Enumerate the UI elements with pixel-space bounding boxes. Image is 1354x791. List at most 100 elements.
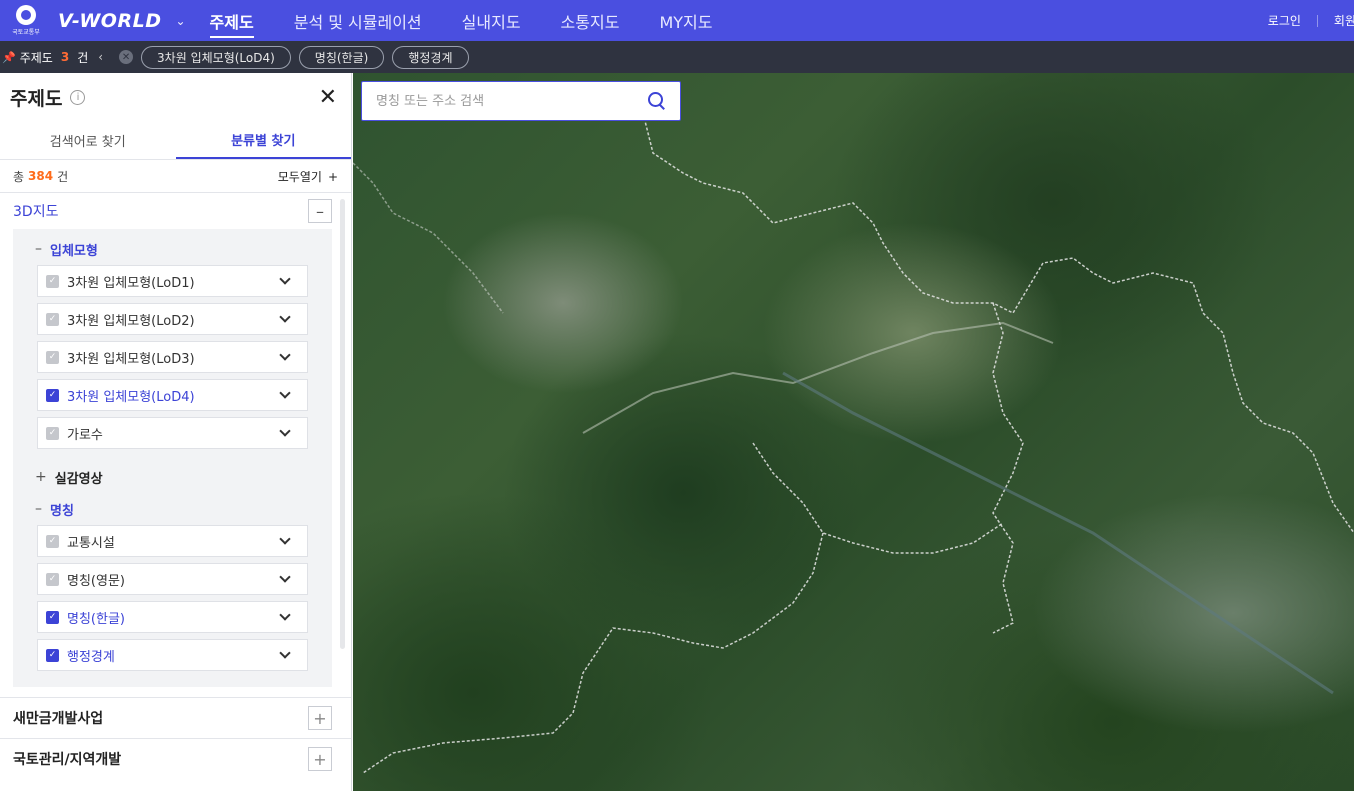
top-navigation-bar: 국토교통부 V-WORLD ⌄ 주제도 분석 및 시뮬레이션 실내지도 소통지도… [0,0,1354,41]
layer-names-english[interactable]: ✓ 명칭(영문) [37,563,308,595]
login-link[interactable]: 로그인 [1268,12,1301,29]
checkbox[interactable]: ✓ [46,274,59,288]
chevron-down-icon[interactable] [279,387,291,399]
layer-names-korean[interactable]: ✓ 명칭(한글) [37,601,308,633]
expand-all-label: 모두열기 [277,169,322,184]
chevron-down-icon[interactable]: ⌄ [175,14,185,28]
nav-my-map[interactable]: MY지도 [659,0,712,41]
category-3d-title: 3D지도 [13,204,59,220]
checkbox[interactable]: ✓ [46,572,59,586]
clear-all-icon[interactable]: ✕ [119,50,134,64]
selected-count: 3 [60,50,70,64]
chevron-down-icon[interactable] [279,349,291,361]
admin-boundary-lines [353,112,1354,774]
group-model-header[interactable]: – 입체모형 [13,233,332,265]
layer-label: 3차원 입체모형(LoD1) [67,275,195,291]
nav-analysis-simulation[interactable]: 분석 및 시뮬레이션 [294,0,422,41]
layer-transport[interactable]: ✓ 교통시설 [37,525,308,557]
layer-lod2[interactable]: ✓ 3차원 입체모형(LoD2) [37,303,308,335]
ministry-emblem-icon [16,5,36,25]
category-land-management[interactable]: 국토관리/지역개발 + [0,738,351,779]
boundary-line [752,442,1004,554]
river-line [782,371,1334,695]
nav-thematic-map[interactable]: 주제도 [209,0,254,41]
expand-icon[interactable]: + [308,747,332,771]
layer-lod3[interactable]: ✓ 3차원 입체모형(LoD3) [37,341,308,373]
member-link[interactable]: 회원 [1334,12,1354,29]
divider [1316,14,1318,27]
summary-prefix: 총 [13,169,25,184]
tab-category[interactable]: 분류별 찾기 [175,121,351,159]
checkbox-checked[interactable]: ✓ [46,610,59,624]
panel-header: 주제도 i ✕ [0,73,351,121]
expand-icon[interactable]: + [308,706,332,730]
group-names-title: 명칭 [50,503,74,519]
minus-icon: – [35,241,42,257]
category-saemangeum[interactable]: 새만금개발사업 + [0,697,351,738]
summary-suffix: 건 [57,169,69,184]
nav-community-map[interactable]: 소통지도 [561,0,620,41]
nav-indoor-map[interactable]: 실내지도 [462,0,521,41]
boundary-line [353,162,504,314]
summary-count: 384 [28,169,54,183]
layer-label: 가로수 [67,427,103,443]
group-imagery-title: 실감영상 [54,471,103,487]
close-icon[interactable]: ✕ [319,85,337,110]
category-3d-header[interactable]: 3D지도 – [0,193,351,229]
layer-label: 3차원 입체모형(LoD3) [67,351,195,367]
chevron-down-icon[interactable] [279,609,291,621]
layer-label: 명칭(영문) [67,573,125,589]
vworld-brand[interactable]: V-WORLD [58,10,161,32]
plus-icon: + [35,469,47,485]
ministry-logo[interactable]: 국토교통부 [0,0,52,41]
checkbox[interactable]: ✓ [46,534,59,548]
chip-admin-boundary[interactable]: 행정경계 [392,45,469,69]
layer-admin-boundary[interactable]: ✓ 행정경계 [37,639,308,671]
chevron-down-icon[interactable] [279,311,291,323]
chevron-down-icon[interactable] [279,425,291,437]
satellite-map[interactable] [353,73,1354,791]
ministry-name: 국토교통부 [12,29,40,36]
main-nav: 주제도 분석 및 시뮬레이션 실내지도 소통지도 MY지도 [209,0,753,41]
pin-icon: 📌 [2,50,16,64]
road-line [582,321,1054,434]
result-summary: 총 384 건 모두열기 + [0,160,351,193]
checkbox-checked[interactable]: ✓ [46,388,59,402]
checkbox[interactable]: ✓ [46,350,59,364]
search-input[interactable] [376,93,648,109]
panel-tabs: 검색어로 찾기 분류별 찾기 [0,121,351,160]
collapse-arrow-icon[interactable]: ‹ [98,50,103,64]
category-list[interactable]: 3D지도 – – 입체모형 ✓ 3차원 입체모형(LoD1) ✓ 3차원 입체모… [0,193,351,791]
layer-lod4[interactable]: ✓ 3차원 입체모형(LoD4) [37,379,308,411]
layer-lod1[interactable]: ✓ 3차원 입체모형(LoD1) [37,265,308,297]
collapse-icon[interactable]: – [308,199,332,223]
chevron-down-icon[interactable] [279,571,291,583]
group-model-title: 입체모형 [50,243,98,259]
checkbox[interactable]: ✓ [46,312,59,326]
category-3d-body: – 입체모형 ✓ 3차원 입체모형(LoD1) ✓ 3차원 입체모형(LoD2)… [13,229,332,687]
chevron-down-icon[interactable] [279,533,291,545]
group-names-header[interactable]: – 명칭 [13,493,332,525]
panel-title: 주제도 [10,87,63,110]
selected-label: 주제도 [19,50,53,65]
selected-layers-bar: 📌 주제도 3 건 ‹ ✕ 3차원 입체모형(LoD4) 명칭(한글) 행정경계 [0,41,1354,73]
expand-all-button[interactable]: 모두열기 + [278,168,338,185]
chip-lod4[interactable]: 3차원 입체모형(LoD4) [141,45,291,69]
search-icon[interactable] [648,92,666,110]
chevron-down-icon[interactable] [279,647,291,659]
boundary-line [362,532,824,774]
map-search-box[interactable] [361,81,681,121]
chevron-down-icon[interactable] [279,273,291,285]
selected-unit: 건 [77,50,89,65]
chip-korean-names[interactable]: 명칭(한글) [298,45,385,69]
checkbox[interactable]: ✓ [46,426,59,440]
layer-label: 명칭(한글) [67,611,125,627]
scrollbar[interactable] [340,199,345,649]
group-imagery-header[interactable]: + 실감영상 [13,461,332,493]
plus-icon: + [327,169,338,184]
user-menu: 로그인 회원 [1268,0,1354,41]
info-icon[interactable]: i [70,89,86,105]
layer-street-trees[interactable]: ✓ 가로수 [37,417,308,449]
checkbox-checked[interactable]: ✓ [46,648,59,662]
tab-search[interactable]: 검색어로 찾기 [0,121,176,159]
